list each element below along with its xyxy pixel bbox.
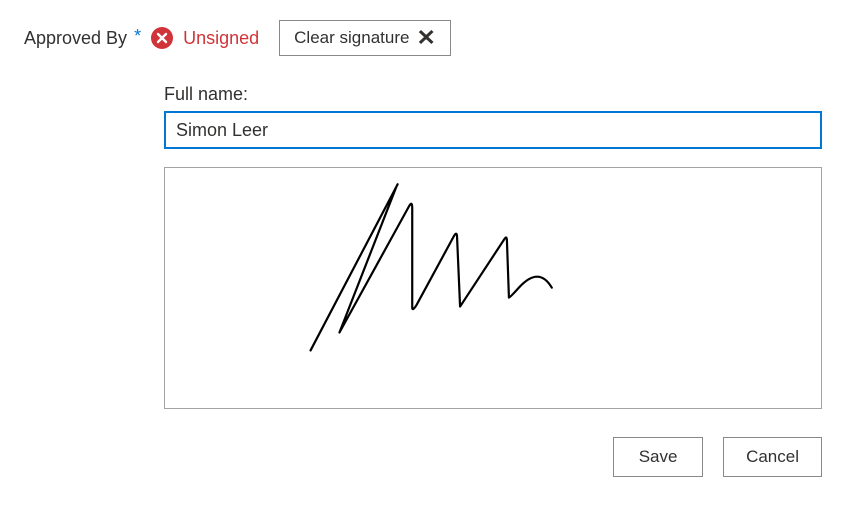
- close-icon: ✕: [417, 27, 436, 49]
- cancel-button[interactable]: Cancel: [723, 437, 822, 477]
- unsigned-status: Unsigned: [183, 28, 259, 49]
- full-name-input[interactable]: [164, 111, 822, 149]
- save-button[interactable]: Save: [613, 437, 703, 477]
- full-name-label: Full name:: [164, 84, 825, 105]
- signature-pad[interactable]: [164, 167, 822, 409]
- approved-by-label: Approved By *: [24, 28, 141, 49]
- field-label-text: Approved By: [24, 28, 127, 48]
- error-icon: [151, 27, 173, 49]
- clear-signature-button[interactable]: Clear signature ✕: [279, 20, 451, 56]
- clear-signature-label: Clear signature: [294, 28, 409, 48]
- required-asterisk: *: [134, 26, 141, 46]
